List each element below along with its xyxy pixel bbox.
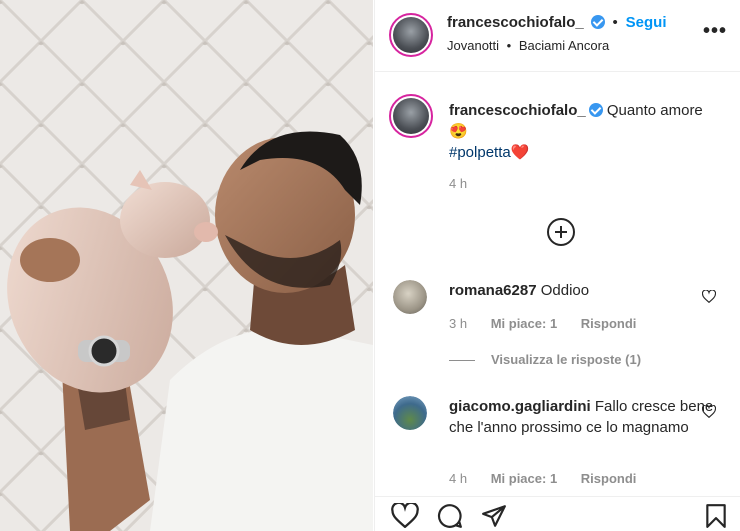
- comment-text: Oddioo: [540, 282, 590, 299]
- comment-username[interactable]: giacomo.gagliardini: [449, 398, 591, 415]
- comment-2: giacomo.gagliardini Fallo cresce bene ch…: [449, 396, 719, 438]
- commenter-avatar[interactable]: [393, 396, 427, 430]
- comment-meta: 3 h Mi piace: 1 Rispondi: [449, 316, 656, 331]
- caption-avatar[interactable]: [389, 94, 433, 138]
- view-replies-label: Visualizza le risposte (1): [491, 352, 642, 367]
- heart-icon[interactable]: [391, 503, 419, 528]
- comment-likes[interactable]: Mi piace: 1: [491, 471, 557, 486]
- plus-circle-icon[interactable]: [547, 218, 575, 246]
- music-track: Baciami Ancora: [518, 38, 610, 53]
- music-info[interactable]: Jovanotti • Baciami Ancora: [447, 38, 609, 53]
- share-icon[interactable]: [481, 503, 507, 529]
- heart-icon[interactable]: [702, 405, 716, 418]
- post-side-panel: francescochiofalo_ • Segui Jovanotti • B…: [374, 0, 740, 531]
- action-bar: [375, 496, 740, 531]
- view-replies-button[interactable]: Visualizza le risposte (1): [449, 352, 641, 367]
- caption-text-block: francescochiofalo_ Quanto amore 😍 #polpe…: [449, 100, 719, 163]
- replies-divider: [449, 360, 475, 362]
- music-separator: •: [506, 38, 512, 53]
- reply-button[interactable]: Rispondi: [581, 471, 637, 486]
- caption-emoji: 😍: [449, 123, 468, 140]
- bookmark-icon[interactable]: [705, 503, 727, 529]
- more-options-icon[interactable]: •••: [703, 21, 727, 41]
- separator-dot: •: [612, 14, 618, 31]
- verified-badge-icon: [590, 15, 605, 29]
- post-header: francescochiofalo_ • Segui Jovanotti • B…: [375, 0, 740, 72]
- comment-time: 4 h: [449, 471, 468, 486]
- follow-button[interactable]: Segui: [626, 14, 667, 31]
- heart-icon[interactable]: [702, 290, 716, 303]
- caption-time: 4 h: [449, 176, 468, 191]
- author-avatar[interactable]: [389, 13, 433, 57]
- verified-badge-icon: [588, 103, 603, 117]
- commenter-avatar[interactable]: [393, 280, 427, 314]
- comment-1: romana6287 Oddioo: [449, 280, 709, 301]
- post-photo[interactable]: [0, 0, 373, 531]
- caption-hashtag[interactable]: #polpetta: [449, 144, 511, 161]
- caption-text: Quanto amore: [606, 102, 703, 119]
- comment-time: 3 h: [449, 316, 468, 331]
- comment-username[interactable]: romana6287: [449, 282, 537, 299]
- reply-button[interactable]: Rispondi: [581, 316, 637, 331]
- comment-meta: 4 h Mi piace: 1 Rispondi: [449, 471, 656, 486]
- caption-username[interactable]: francescochiofalo_: [449, 102, 586, 119]
- caption-heart-emoji: ❤️: [510, 144, 530, 161]
- author-line: francescochiofalo_ • Segui: [447, 14, 667, 31]
- music-artist: Jovanotti: [447, 38, 500, 53]
- post-image: [0, 0, 373, 531]
- comment-icon[interactable]: [437, 503, 463, 529]
- author-username[interactable]: francescochiofalo_: [447, 14, 584, 31]
- comment-likes[interactable]: Mi piace: 1: [491, 316, 557, 331]
